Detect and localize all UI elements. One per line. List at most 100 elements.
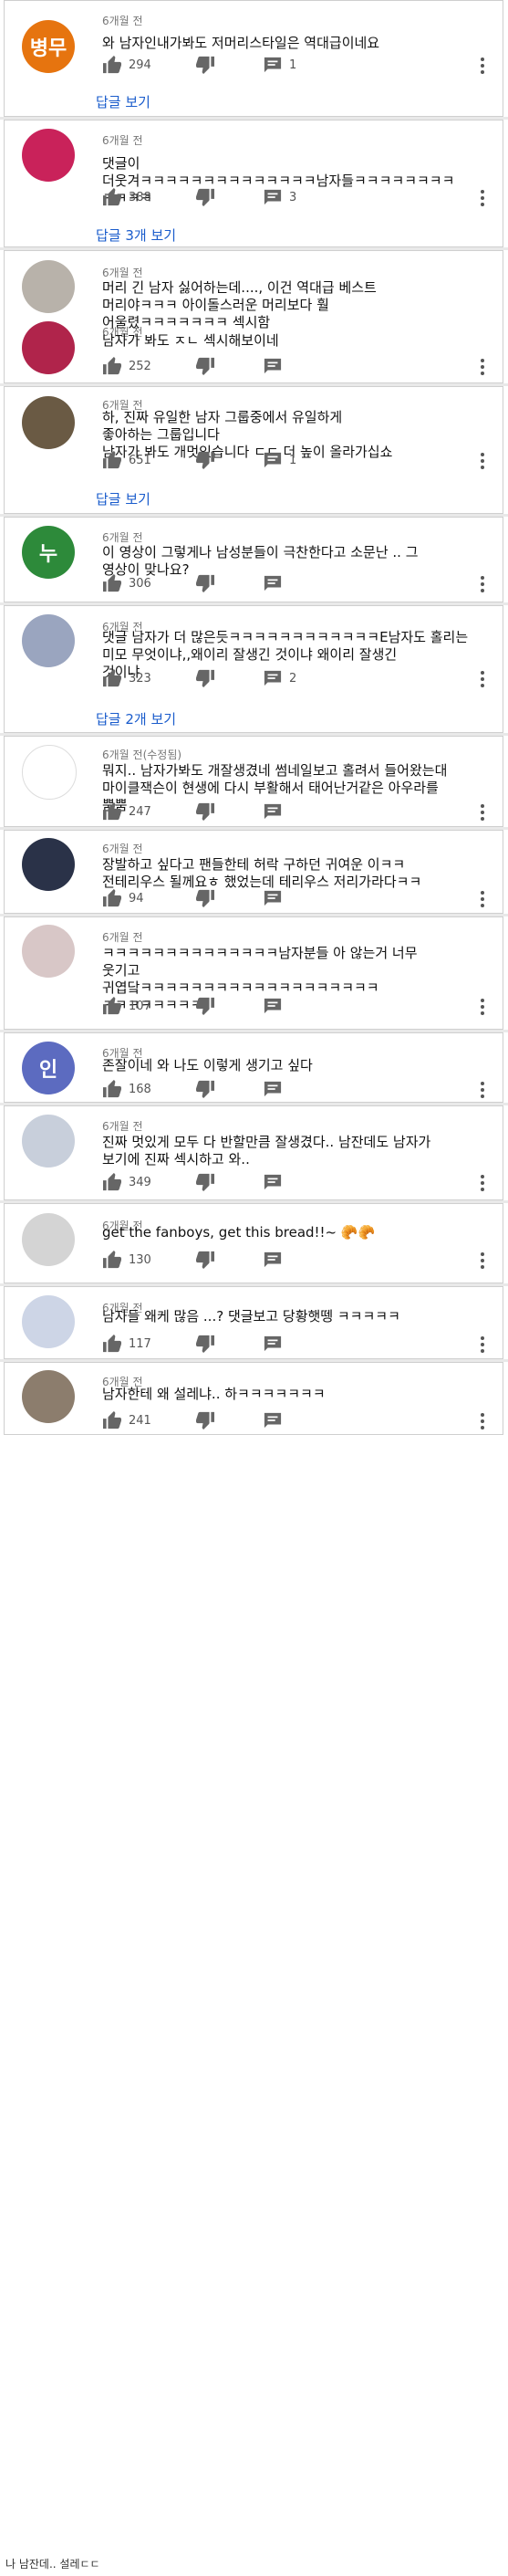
more-options-icon[interactable] <box>480 669 485 687</box>
dislike-button[interactable] <box>195 667 215 689</box>
reply-button[interactable] <box>263 1409 289 1431</box>
like-button[interactable]: 168 <box>102 1078 151 1100</box>
avatar[interactable] <box>22 321 75 374</box>
avatar[interactable] <box>22 260 75 313</box>
comment-time[interactable]: 6개월 전 <box>102 267 143 279</box>
thumbs-up-icon <box>103 1335 121 1353</box>
avatar[interactable] <box>22 129 75 182</box>
avatar[interactable] <box>22 925 75 978</box>
thumbs-down-icon <box>196 802 214 821</box>
dislike-button[interactable] <box>195 1078 215 1100</box>
comment-time[interactable]: 6개월 전 <box>102 531 143 544</box>
dislike-button[interactable] <box>195 1409 215 1431</box>
reply-button[interactable] <box>263 887 289 909</box>
reply-button[interactable] <box>263 1078 289 1100</box>
avatar[interactable]: 누 <box>22 526 75 579</box>
comment-actions: 130 <box>102 1249 485 1271</box>
reply-count: 2 <box>289 671 297 686</box>
view-replies-link[interactable]: 답글 보기 <box>96 92 150 111</box>
avatar[interactable] <box>22 614 75 667</box>
like-button[interactable]: 323 <box>102 667 151 689</box>
reply-button[interactable] <box>263 1249 289 1271</box>
like-button[interactable]: 107 <box>102 995 151 1017</box>
comment-actions: 241 <box>102 1409 485 1431</box>
dislike-button[interactable] <box>195 572 215 594</box>
thumbs-down-icon <box>196 451 214 469</box>
avatar[interactable]: 병무 <box>22 20 75 73</box>
more-options-icon[interactable] <box>480 357 485 375</box>
reply-icon <box>264 189 282 205</box>
thumbs-down-icon <box>196 1411 214 1429</box>
like-button[interactable]: 117 <box>102 1333 151 1355</box>
more-options-icon[interactable] <box>480 997 485 1015</box>
like-button[interactable]: 130 <box>102 1249 151 1271</box>
avatar[interactable] <box>22 838 75 891</box>
avatar[interactable] <box>22 745 77 800</box>
more-options-icon[interactable] <box>480 188 485 206</box>
reply-button[interactable] <box>263 572 289 594</box>
thumbs-down-icon <box>196 56 214 74</box>
dislike-button[interactable] <box>195 887 215 909</box>
like-button[interactable]: 247 <box>102 801 151 822</box>
dislike-button[interactable] <box>195 186 215 208</box>
dislike-button[interactable] <box>195 355 215 377</box>
comment-time[interactable]: 6개월 전(수정됨) <box>102 749 181 761</box>
reply-button[interactable] <box>263 1171 289 1193</box>
comment-time[interactable]: 6개월 전 <box>102 1120 143 1133</box>
comment-time[interactable]: 6개월 전 <box>102 931 143 944</box>
more-options-icon[interactable] <box>480 1411 485 1429</box>
more-options-icon[interactable] <box>480 451 485 469</box>
thumbs-up-icon <box>103 1251 121 1269</box>
avatar[interactable] <box>22 1295 75 1348</box>
reply-button[interactable]: 1 <box>263 54 296 76</box>
like-button[interactable]: 252 <box>102 355 151 377</box>
avatar[interactable] <box>22 1213 75 1266</box>
dislike-button[interactable] <box>195 1333 215 1355</box>
comment-actions: 323 2 <box>102 667 485 689</box>
dislike-button[interactable] <box>195 54 215 76</box>
comment-time[interactable]: 6개월 전 <box>102 15 143 27</box>
like-count: 294 <box>129 58 151 72</box>
view-replies-link[interactable]: 답글 3개 보기 <box>96 225 176 245</box>
avatar[interactable] <box>22 1370 75 1423</box>
view-replies-link[interactable]: 답글 보기 <box>96 489 150 508</box>
dislike-button[interactable] <box>195 449 215 471</box>
more-options-icon[interactable] <box>480 889 485 907</box>
more-options-icon[interactable] <box>480 574 485 592</box>
more-options-icon[interactable] <box>480 802 485 821</box>
dislike-button[interactable] <box>195 801 215 822</box>
reply-button[interactable] <box>263 1333 289 1355</box>
like-button[interactable]: 651 <box>102 449 151 471</box>
comment-actions: 168 <box>102 1078 485 1100</box>
reply-button[interactable]: 1 <box>263 449 296 471</box>
thumbs-down-icon <box>196 997 214 1015</box>
like-button[interactable]: 94 <box>102 887 144 909</box>
more-options-icon[interactable] <box>480 1173 485 1191</box>
comment-time[interactable]: 6개월 전 <box>102 134 143 147</box>
like-button[interactable]: 241 <box>102 1409 151 1431</box>
avatar[interactable] <box>22 396 75 449</box>
comment-meta: 6개월 전 <box>102 132 143 148</box>
dislike-button[interactable] <box>195 1171 215 1193</box>
more-options-icon[interactable] <box>480 1251 485 1269</box>
comment-meta: 6개월 전 <box>102 529 143 545</box>
reply-button[interactable] <box>263 995 289 1017</box>
reply-button[interactable] <box>263 355 289 377</box>
reply-button[interactable]: 2 <box>263 667 296 689</box>
view-replies-link[interactable]: 답글 2개 보기 <box>96 709 176 728</box>
avatar[interactable] <box>22 1115 75 1168</box>
comment-meta: 6개월 전(수정됨) <box>102 747 181 762</box>
like-button[interactable]: 294 <box>102 54 151 76</box>
more-options-icon[interactable] <box>480 56 485 74</box>
reply-button[interactable]: 3 <box>263 186 296 208</box>
more-options-icon[interactable] <box>480 1080 485 1098</box>
like-button[interactable]: 349 <box>102 1171 151 1193</box>
comment-time[interactable]: 6개월 전 <box>102 843 143 855</box>
reply-button[interactable] <box>263 801 289 822</box>
like-button[interactable]: 388 <box>102 186 151 208</box>
dislike-button[interactable] <box>195 995 215 1017</box>
more-options-icon[interactable] <box>480 1335 485 1353</box>
dislike-button[interactable] <box>195 1249 215 1271</box>
avatar[interactable]: 인 <box>22 1042 75 1094</box>
like-button[interactable]: 306 <box>102 572 151 594</box>
